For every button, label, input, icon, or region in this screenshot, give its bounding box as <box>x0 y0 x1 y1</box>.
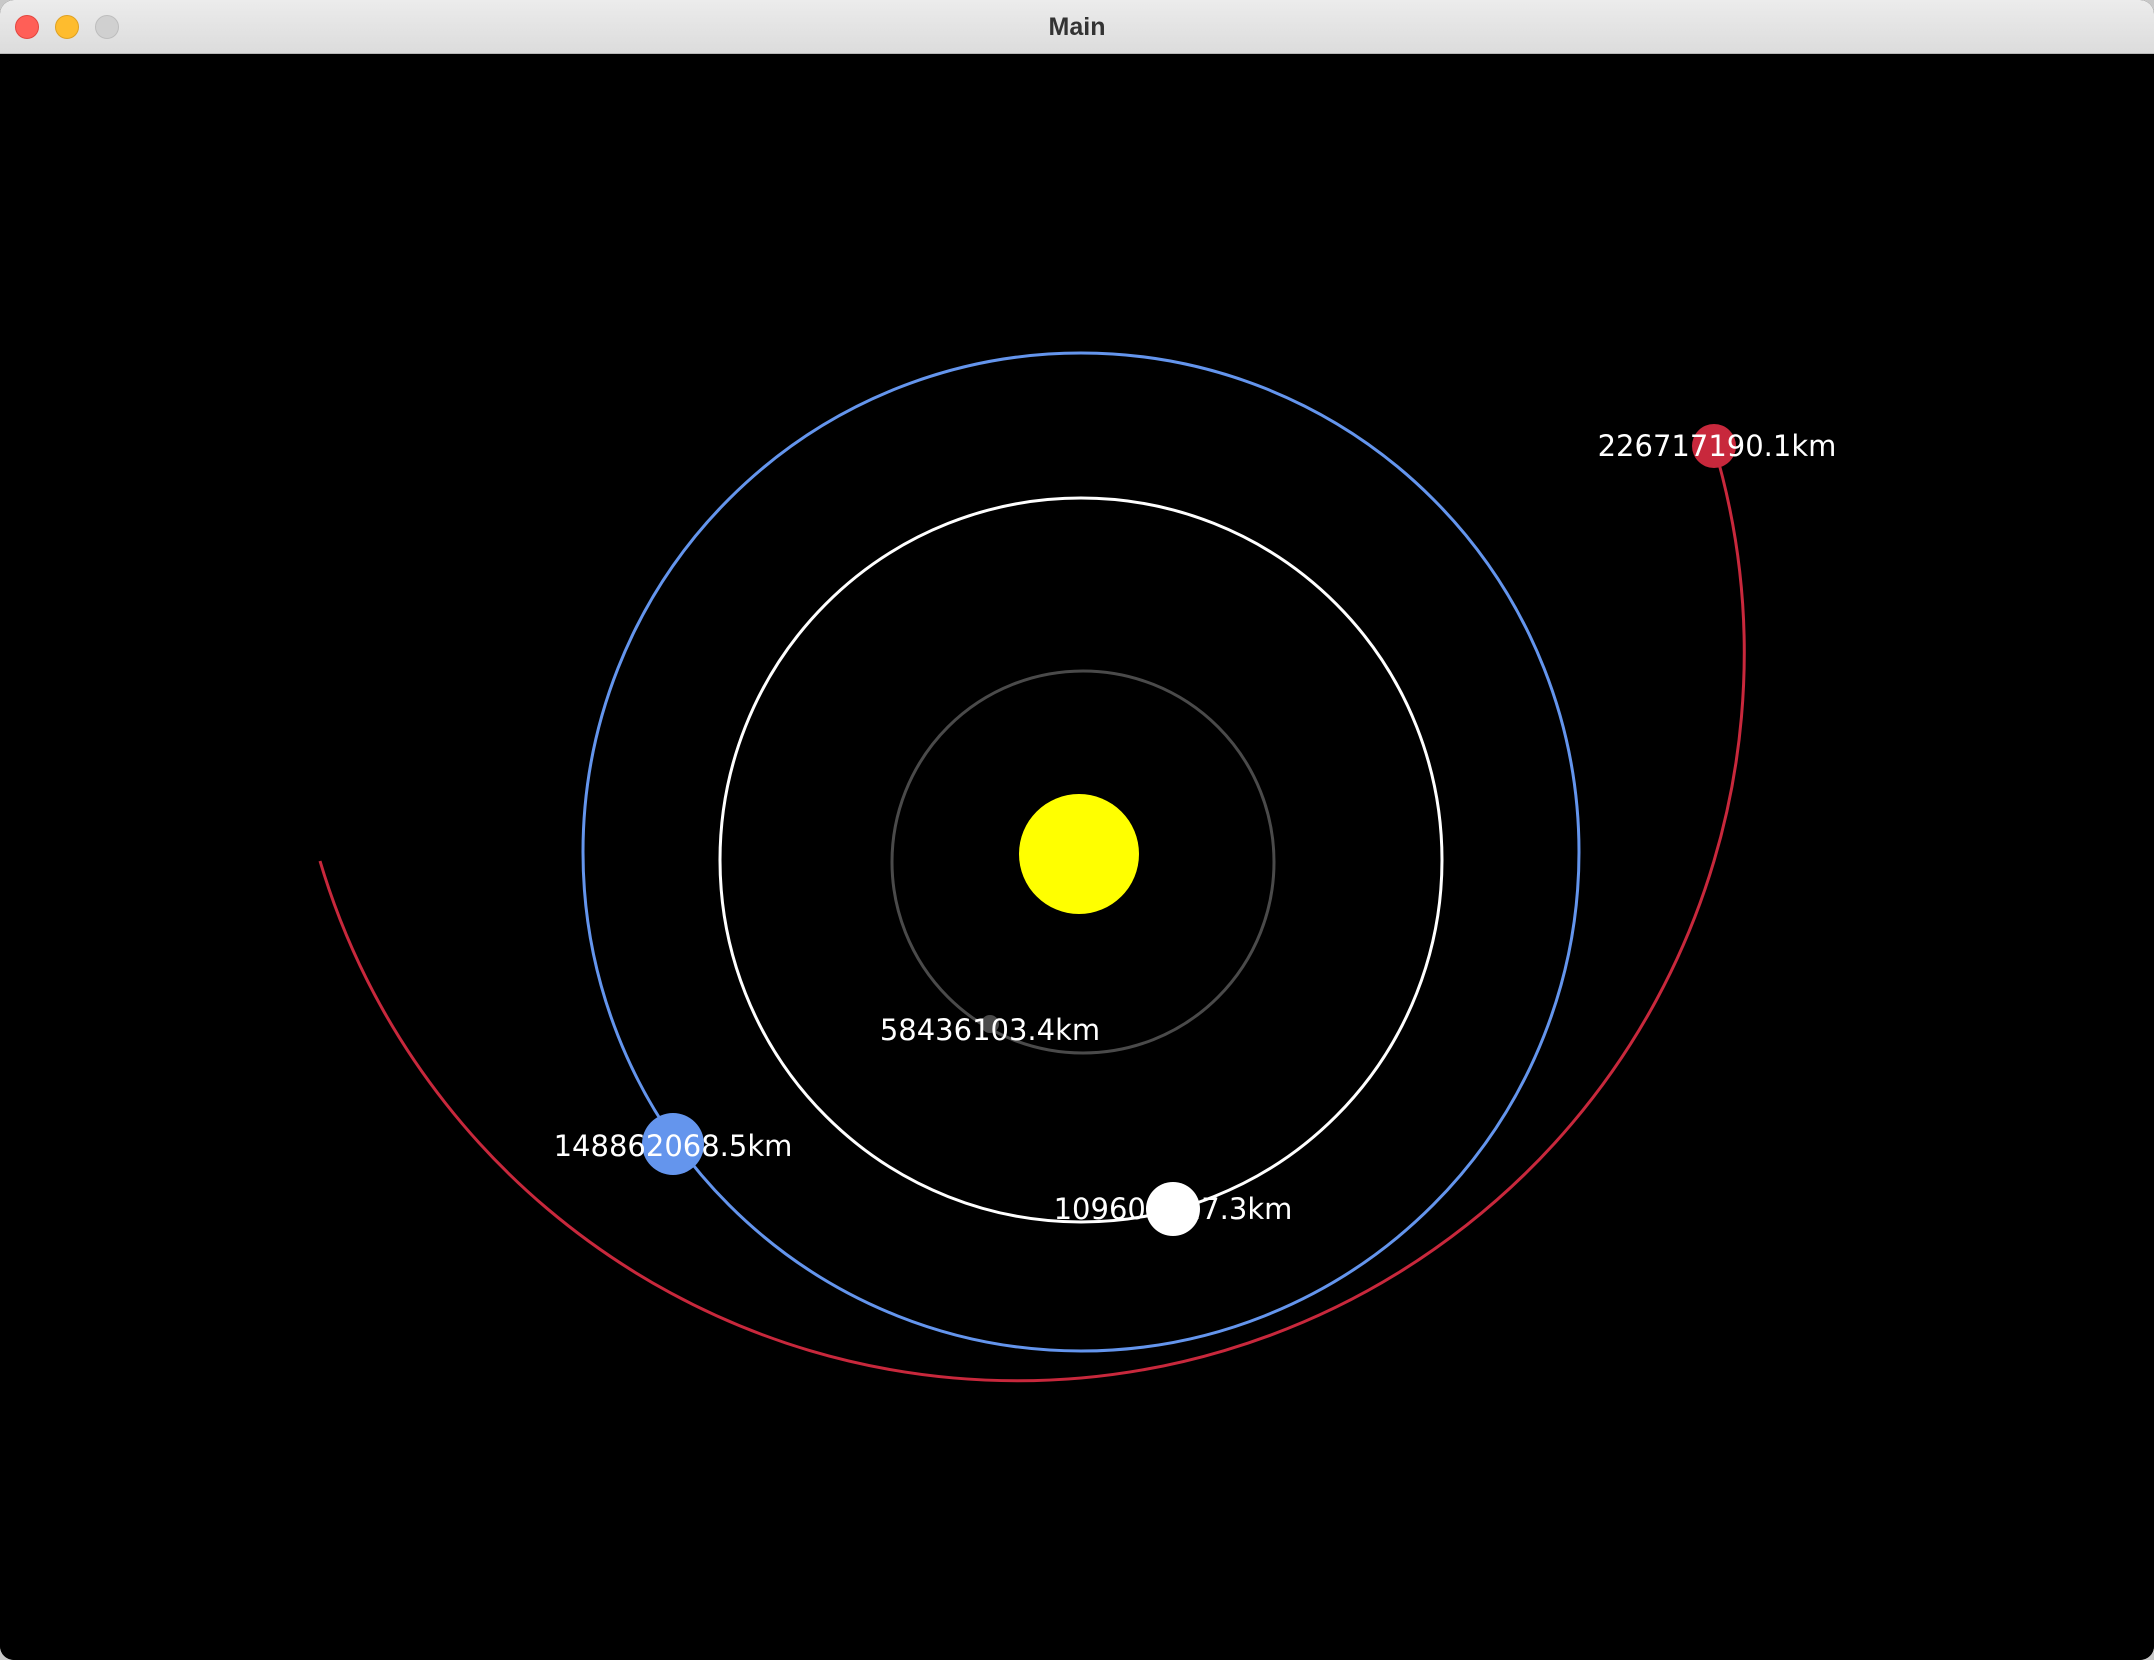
app-window: Main 58436103.4km 148862068.5km 10960111… <box>0 0 2154 1660</box>
window-title: Main <box>1048 13 1106 41</box>
mercury-distance-label: 58436103.4km <box>880 1013 1100 1047</box>
earth-distance-label: 148862068.5km <box>554 1129 793 1163</box>
simulation-canvas: 58436103.4km 148862068.5km 109601117.3km… <box>0 55 2154 1660</box>
venus-planet <box>1146 1182 1200 1236</box>
mars-distance-label: 226717190.1km <box>1598 429 1837 463</box>
mars-orbit-trail <box>318 445 1746 1383</box>
title-bar[interactable]: Main <box>0 0 2154 54</box>
orbit-scene: 58436103.4km 148862068.5km 109601117.3km… <box>318 351 1837 1383</box>
sun-body <box>1019 794 1139 914</box>
